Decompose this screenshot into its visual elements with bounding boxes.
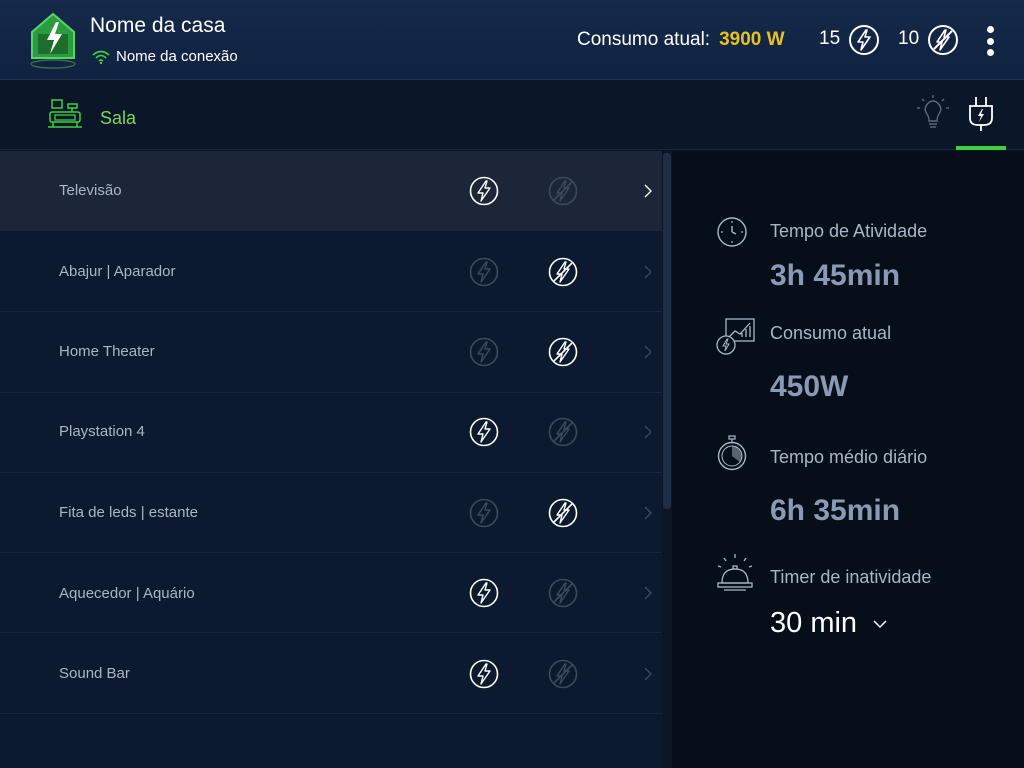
device-row-abajur[interactable]: Abajur | Aparador bbox=[0, 231, 662, 312]
inactivity-timer-select[interactable]: 30 min bbox=[770, 607, 887, 640]
device-row-fita-leds[interactable]: Fita de leds | estante bbox=[0, 473, 662, 553]
bolt-off-icon[interactable] bbox=[548, 498, 578, 528]
inactivity-timer-label: Timer de inatividade bbox=[770, 567, 932, 587]
wifi-icon bbox=[92, 50, 110, 64]
connection-status: Nome da conexão bbox=[92, 48, 238, 65]
bolt-off-icon[interactable] bbox=[927, 24, 959, 56]
current-consumption-value: 450W bbox=[770, 370, 849, 403]
chevron-right-icon[interactable] bbox=[640, 183, 656, 199]
device-name: Playstation 4 bbox=[59, 423, 145, 440]
devices-off-count: 10 bbox=[898, 28, 920, 49]
chevron-right-icon[interactable] bbox=[640, 585, 656, 601]
bolt-on-icon[interactable] bbox=[469, 337, 499, 367]
chevron-down-icon bbox=[873, 619, 887, 628]
room-bar: Sala bbox=[0, 80, 1024, 150]
consumption-value: 3900 W bbox=[719, 29, 785, 50]
bolt-on-icon[interactable] bbox=[469, 498, 499, 528]
bolt-on-icon[interactable] bbox=[469, 417, 499, 447]
bolt-off-icon[interactable] bbox=[548, 176, 578, 206]
device-name: Home Theater bbox=[59, 343, 155, 360]
avg-daily-time-label: Tempo médio diário bbox=[770, 447, 928, 467]
bolt-off-icon[interactable] bbox=[548, 578, 578, 608]
device-name: Televisão bbox=[59, 182, 122, 199]
device-list: Televisão Abajur | Aparador Home Theater… bbox=[0, 151, 662, 768]
activity-time-value: 3h 45min bbox=[770, 259, 901, 292]
device-row-sound-bar[interactable]: Sound Bar bbox=[0, 633, 662, 714]
device-row-televisao[interactable]: Televisão bbox=[0, 151, 662, 231]
device-name: Sound Bar bbox=[59, 665, 130, 682]
current-consumption-label: Consumo atual bbox=[770, 323, 892, 343]
tab-plugs[interactable] bbox=[956, 92, 1006, 150]
connection-name: Nome da conexão bbox=[116, 48, 238, 65]
chevron-right-icon[interactable] bbox=[640, 424, 656, 440]
active-tab-indicator bbox=[956, 146, 1006, 150]
menu-icon[interactable] bbox=[980, 24, 1000, 58]
house-name: Nome da casa bbox=[90, 14, 226, 37]
device-detail-panel: Tempo de Atividade 3h 45min Consumo atua… bbox=[672, 151, 1024, 768]
bolt-on-icon[interactable] bbox=[848, 24, 880, 56]
bolt-off-icon[interactable] bbox=[548, 659, 578, 689]
bolt-on-icon[interactable] bbox=[469, 578, 499, 608]
living-room-icon bbox=[48, 99, 82, 128]
bolt-on-icon[interactable] bbox=[469, 176, 499, 206]
bolt-off-icon[interactable] bbox=[548, 337, 578, 367]
device-row-home-theater[interactable]: Home Theater bbox=[0, 312, 662, 393]
bolt-on-icon[interactable] bbox=[469, 257, 499, 287]
stopwatch-icon bbox=[717, 435, 747, 471]
chevron-right-icon[interactable] bbox=[640, 264, 656, 280]
bolt-on-icon[interactable] bbox=[469, 659, 499, 689]
scrollbar-thumb[interactable] bbox=[663, 153, 671, 509]
bulb-icon[interactable] bbox=[914, 94, 952, 134]
chevron-right-icon[interactable] bbox=[640, 505, 656, 521]
clock-icon bbox=[717, 217, 747, 247]
consumption-chart-icon bbox=[716, 318, 755, 355]
consumption-label: Consumo atual: bbox=[577, 29, 711, 50]
bolt-off-icon[interactable] bbox=[548, 417, 578, 447]
device-row-aquecedor[interactable]: Aquecedor | Aquário bbox=[0, 553, 662, 633]
activity-time-label: Tempo de Atividade bbox=[770, 221, 928, 241]
device-name: Fita de leds | estante bbox=[59, 504, 198, 521]
app-header: Nome da casa Nome da conexão Consumo atu… bbox=[0, 0, 1024, 80]
logo-icon bbox=[30, 12, 76, 69]
devices-on-count: 15 bbox=[819, 28, 841, 49]
chevron-right-icon[interactable] bbox=[640, 344, 656, 360]
chevron-right-icon[interactable] bbox=[640, 666, 656, 682]
device-row-playstation[interactable]: Playstation 4 bbox=[0, 393, 662, 473]
timer-value: 30 min bbox=[770, 607, 858, 639]
device-name: Aquecedor | Aquário bbox=[59, 585, 195, 602]
device-name: Abajur | Aparador bbox=[59, 263, 176, 280]
plug-icon bbox=[969, 97, 993, 131]
room-title: Sala bbox=[100, 108, 137, 128]
total-consumption: Consumo atual: 3900 W bbox=[577, 28, 785, 52]
bolt-off-icon[interactable] bbox=[548, 257, 578, 287]
avg-daily-time-value: 6h 35min bbox=[770, 494, 901, 527]
bell-icon bbox=[717, 554, 753, 591]
